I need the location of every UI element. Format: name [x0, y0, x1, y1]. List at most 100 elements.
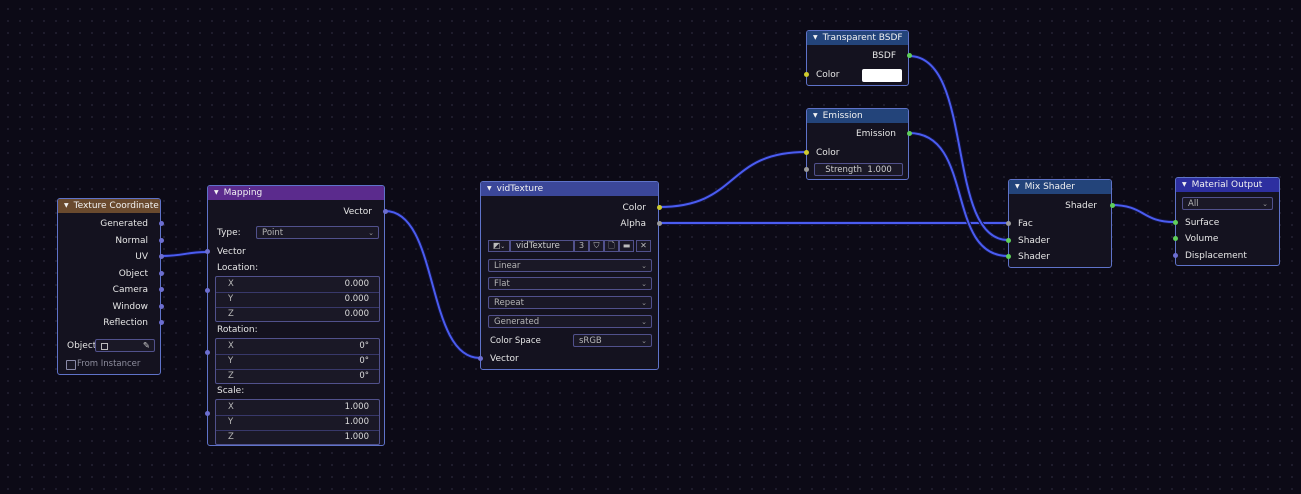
socket-vector-out[interactable] — [383, 209, 388, 214]
rotation-z-value: 0° — [359, 371, 369, 381]
node-title: Mapping — [223, 188, 263, 198]
from-instancer-label: From Instancer — [77, 359, 141, 369]
link-color-to-emission[interactable] — [657, 150, 808, 209]
socket-vector-in[interactable] — [205, 249, 210, 254]
link-mix-to-surface[interactable] — [1109, 203, 1176, 224]
node-header[interactable]: ▼ Texture Coordinate — [58, 199, 160, 213]
extension-dropdown[interactable]: Repeat ⌄ — [488, 296, 652, 309]
socket-scale[interactable] — [205, 411, 210, 416]
collapse-triangle-icon[interactable]: ▼ — [1182, 181, 1187, 188]
scale-y[interactable]: Y 1.000 — [216, 415, 379, 430]
projection-dropdown[interactable]: Flat ⌄ — [488, 277, 652, 290]
socket-camera[interactable] — [159, 287, 164, 292]
node-header[interactable]: ▼ Emission — [807, 109, 908, 123]
rotation-z[interactable]: Z 0° — [216, 369, 379, 384]
location-z[interactable]: Z 0.000 — [216, 307, 379, 322]
shader2-label: Shader — [1018, 252, 1050, 262]
collapse-triangle-icon[interactable]: ▼ — [214, 189, 219, 196]
link-bsdf-to-shader1[interactable] — [907, 54, 1010, 242]
node-mapping[interactable]: ▼ Mapping Vector Type: Point ⌄ Vector Loca… — [205, 185, 388, 446]
socket-normal[interactable] — [159, 238, 164, 243]
interpolation-dropdown[interactable]: Linear ⌄ — [488, 259, 652, 272]
color-label: Color — [816, 148, 840, 158]
rotation-vector-field[interactable]: X 0° Y 0° Z 0° — [215, 338, 380, 384]
source-dropdown[interactable]: Generated ⌄ — [488, 315, 652, 328]
socket-surface-in[interactable] — [1173, 220, 1178, 225]
node-header[interactable]: ▼ Transparent BSDF — [807, 31, 908, 45]
node-header[interactable]: ▼ Mix Shader — [1009, 180, 1111, 194]
output-alpha: Alpha — [620, 219, 646, 229]
collapse-triangle-icon[interactable]: ▼ — [813, 112, 818, 119]
socket-strength-in[interactable] — [804, 167, 809, 172]
node-header[interactable]: ▼ vidTexture — [481, 182, 658, 196]
scale-z-value: 1.000 — [344, 432, 369, 442]
color-space-dropdown[interactable]: sRGB ⌄ — [573, 334, 652, 347]
socket-window[interactable] — [159, 304, 164, 309]
node-title: Mix Shader — [1024, 182, 1075, 192]
eyedropper-icon[interactable]: ✎ — [143, 340, 150, 353]
output-generated: Generated — [100, 219, 148, 229]
location-y[interactable]: Y 0.000 — [216, 292, 379, 307]
open-folder-icon[interactable]: ▬ — [619, 240, 634, 252]
socket-uv[interactable] — [159, 254, 164, 259]
strength-field[interactable]: Strength 1.000 — [814, 163, 903, 176]
object-field[interactable]: ✎ — [95, 339, 155, 352]
node-emission[interactable]: ▼ Emission Emission Color Strength 1.000 — [804, 108, 912, 180]
node-transparent-bsdf[interactable]: ▼ Transparent BSDF BSDF Color — [804, 30, 912, 86]
from-instancer-checkbox[interactable] — [66, 360, 76, 370]
target-dropdown[interactable]: All ⌄ — [1182, 197, 1273, 210]
socket-object[interactable] — [159, 271, 164, 276]
node-header[interactable]: ▼ Material Output — [1176, 178, 1279, 192]
scale-vector-field[interactable]: X 1.000 Y 1.000 Z 1.000 — [215, 399, 380, 445]
image-users-count[interactable]: 3 — [574, 240, 589, 252]
type-dropdown[interactable]: Point ⌄ — [256, 226, 379, 239]
collapse-triangle-icon[interactable]: ▼ — [813, 34, 818, 41]
image-name-field[interactable]: vidTexture — [510, 240, 574, 252]
collapse-triangle-icon[interactable]: ▼ — [64, 202, 69, 209]
socket-displacement-in[interactable] — [1173, 253, 1178, 258]
socket-fac-in[interactable] — [1006, 221, 1011, 226]
node-texture-coordinate[interactable]: ▼ Texture Coordinate Generated Normal UV … — [57, 198, 164, 375]
socket-generated[interactable] — [159, 221, 164, 226]
fac-label: Fac — [1018, 219, 1033, 229]
unlink-close-icon[interactable]: ✕ — [636, 240, 651, 252]
socket-color-in[interactable] — [804, 150, 809, 155]
socket-alpha-out[interactable] — [657, 221, 662, 226]
socket-bsdf-out[interactable] — [907, 53, 912, 58]
scale-x[interactable]: X 1.000 — [216, 400, 379, 415]
socket-emission-out[interactable] — [907, 131, 912, 136]
rotation-x[interactable]: X 0° — [216, 339, 379, 354]
socket-shader1-in[interactable] — [1006, 238, 1011, 243]
socket-location[interactable] — [205, 288, 210, 293]
socket-shader2-in[interactable] — [1006, 254, 1011, 259]
link-emission-to-shader2[interactable] — [907, 131, 1010, 258]
socket-reflection[interactable] — [159, 320, 164, 325]
rotation-y[interactable]: Y 0° — [216, 354, 379, 369]
socket-rotation[interactable] — [205, 350, 210, 355]
color-swatch[interactable] — [862, 69, 902, 82]
image-browse-button[interactable]: ◩⌄ — [488, 240, 510, 252]
node-title: Emission — [822, 111, 863, 121]
socket-vector-in[interactable] — [478, 356, 483, 361]
node-title: vidTexture — [496, 184, 544, 194]
node-header[interactable]: ▼ Mapping — [208, 186, 384, 200]
socket-shader-out[interactable] — [1110, 203, 1115, 208]
socket-color-out[interactable] — [657, 205, 662, 210]
socket-volume-in[interactable] — [1173, 236, 1178, 241]
fake-user-shield-icon[interactable]: ⛉ — [589, 240, 604, 252]
node-mix-shader[interactable]: ▼ Mix Shader Shader Fac Shader Shader — [1006, 179, 1115, 268]
axis-label: Y — [228, 356, 234, 366]
new-image-icon[interactable]: 🗋 — [604, 240, 619, 252]
chevron-down-icon: ⌄ — [368, 229, 374, 237]
collapse-triangle-icon[interactable]: ▼ — [1015, 183, 1020, 190]
socket-color-in[interactable] — [804, 72, 809, 77]
link-uv-to-mapping[interactable] — [159, 250, 209, 258]
location-vector-field[interactable]: X 0.000 Y 0.000 Z 0.000 — [215, 276, 380, 322]
node-material-output[interactable]: ▼ Material Output All ⌄ Surface Volume Dis… — [1173, 177, 1280, 266]
location-x[interactable]: X 0.000 — [216, 277, 379, 292]
axis-label: Y — [228, 417, 234, 427]
collapse-triangle-icon[interactable]: ▼ — [487, 185, 492, 192]
link-mapping-to-texture[interactable] — [383, 209, 482, 360]
node-image-texture[interactable]: ▼ vidTexture Color Alpha ◩⌄ vidTexture 3 … — [478, 181, 662, 370]
scale-z[interactable]: Z 1.000 — [216, 430, 379, 445]
